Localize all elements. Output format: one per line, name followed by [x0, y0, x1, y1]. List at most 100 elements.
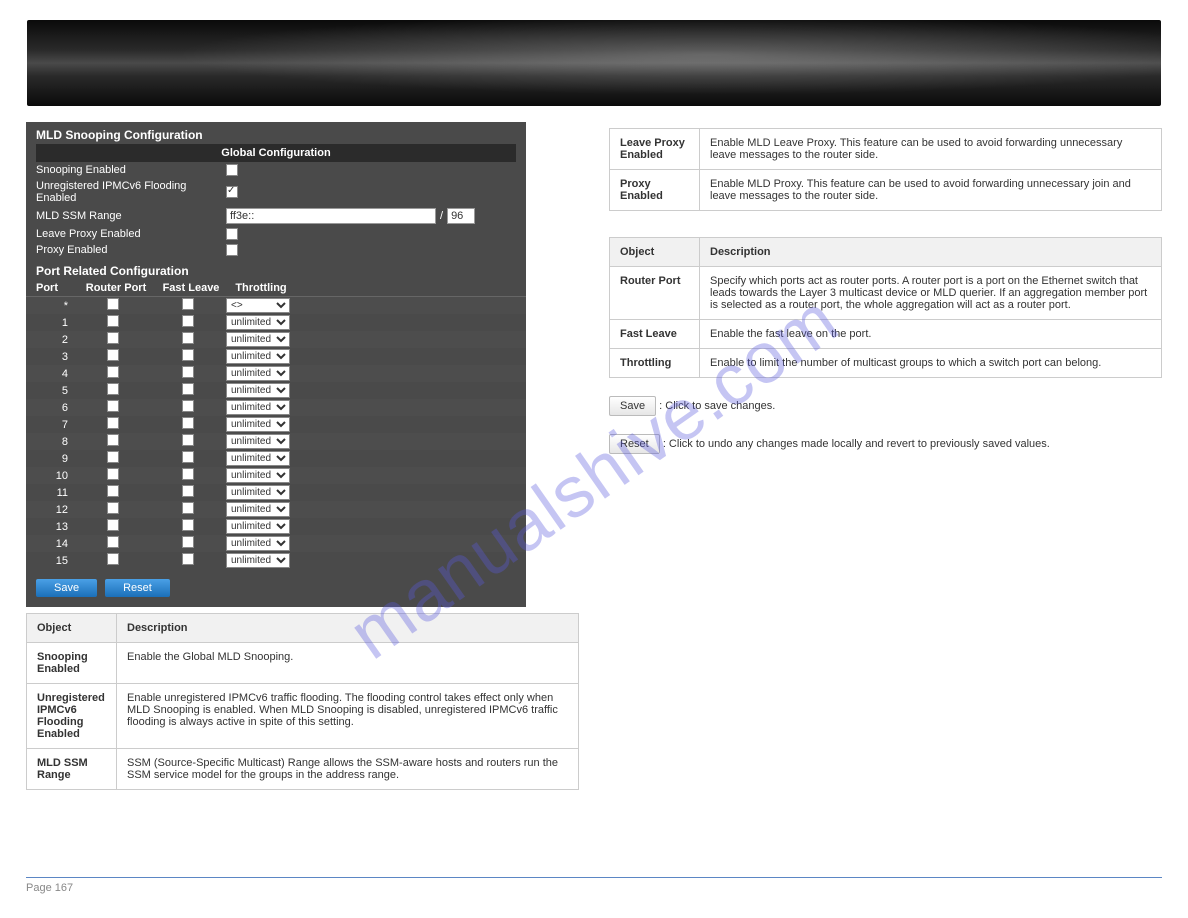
- doc-save-button[interactable]: Save: [609, 396, 656, 416]
- router-port-checkbox[interactable]: [107, 417, 119, 429]
- fast-leave-checkbox[interactable]: [182, 400, 194, 412]
- unreg-flood-label: Unregistered IPMCv6 Flooding Enabled: [36, 180, 226, 204]
- throttling-select[interactable]: unlimited: [226, 434, 290, 449]
- port-header-throttling: Throttling: [226, 282, 296, 294]
- left-row-desc: Enable the Global MLD Snooping.: [117, 643, 579, 684]
- fast-leave-checkbox[interactable]: [182, 536, 194, 548]
- left-row-desc: SSM (Source-Specific Multicast) Range al…: [117, 749, 579, 790]
- port-row: 11 unlimited: [26, 484, 526, 501]
- snooping-enabled-checkbox[interactable]: [226, 164, 238, 176]
- r1-row-desc: Enable MLD Proxy. This feature can be us…: [700, 170, 1162, 211]
- doc-reset-button[interactable]: Reset: [609, 434, 660, 454]
- unreg-flood-checkbox[interactable]: [226, 186, 238, 198]
- left-desc-table: Object Description Snooping EnabledEnabl…: [26, 613, 579, 790]
- router-port-checkbox[interactable]: [107, 519, 119, 531]
- fast-leave-checkbox[interactable]: [182, 468, 194, 480]
- router-port-checkbox[interactable]: [107, 400, 119, 412]
- router-port-checkbox[interactable]: [107, 383, 119, 395]
- port-row: 1 unlimited: [26, 314, 526, 331]
- proxy-enabled-checkbox[interactable]: [226, 244, 238, 256]
- port-number: 12: [36, 504, 76, 516]
- throttling-select-all[interactable]: <>: [226, 298, 290, 313]
- throttling-select[interactable]: unlimited: [226, 366, 290, 381]
- router-port-checkbox[interactable]: [107, 485, 119, 497]
- left-row-obj: Snooping Enabled: [27, 643, 117, 684]
- router-port-checkbox[interactable]: [107, 315, 119, 327]
- reset-button[interactable]: Reset: [105, 579, 170, 597]
- throttling-select[interactable]: unlimited: [226, 468, 290, 483]
- port-row: 6 unlimited: [26, 399, 526, 416]
- ssm-range-label: MLD SSM Range: [36, 210, 226, 222]
- throttling-select[interactable]: unlimited: [226, 519, 290, 534]
- throttling-select[interactable]: unlimited: [226, 349, 290, 364]
- left-row-obj: MLD SSM Range: [27, 749, 117, 790]
- router-port-checkbox[interactable]: [107, 349, 119, 361]
- fast-leave-checkbox-all[interactable]: [182, 298, 194, 310]
- r2-row-obj: Fast Leave: [610, 320, 700, 349]
- router-port-checkbox-all[interactable]: [107, 298, 119, 310]
- throttling-select[interactable]: unlimited: [226, 451, 290, 466]
- leave-proxy-checkbox[interactable]: [226, 228, 238, 240]
- port-section-title: Port Related Configuration: [26, 258, 526, 280]
- ssm-range-address-input[interactable]: [226, 208, 436, 224]
- throttling-select[interactable]: unlimited: [226, 315, 290, 330]
- doc-save-desc: : Click to save changes.: [659, 400, 775, 412]
- port-star: *: [36, 300, 76, 312]
- router-port-checkbox[interactable]: [107, 468, 119, 480]
- page-title: MLD Snooping Configuration: [26, 122, 526, 144]
- throttling-select[interactable]: unlimited: [226, 553, 290, 568]
- fast-leave-checkbox[interactable]: [182, 502, 194, 514]
- router-port-checkbox[interactable]: [107, 451, 119, 463]
- throttling-select[interactable]: unlimited: [226, 485, 290, 500]
- r2-row-obj: Throttling: [610, 349, 700, 378]
- port-number: 11: [36, 487, 76, 499]
- fast-leave-checkbox[interactable]: [182, 417, 194, 429]
- fast-leave-checkbox[interactable]: [182, 519, 194, 531]
- port-row: 10unlimited: [26, 467, 526, 484]
- router-port-checkbox[interactable]: [107, 366, 119, 378]
- page-banner: [27, 20, 1161, 106]
- fast-leave-checkbox[interactable]: [182, 553, 194, 565]
- port-number: 1: [36, 317, 76, 329]
- left-row-obj: Unregistered IPMCv6 Flooding Enabled: [27, 684, 117, 749]
- router-port-checkbox[interactable]: [107, 502, 119, 514]
- config-screenshot: MLD Snooping Configuration Global Config…: [26, 122, 526, 607]
- throttling-select[interactable]: unlimited: [226, 536, 290, 551]
- port-row: 2unlimited: [26, 331, 526, 348]
- left-th-object: Object: [27, 614, 117, 643]
- fast-leave-checkbox[interactable]: [182, 485, 194, 497]
- port-number: 7: [36, 419, 76, 431]
- ssm-range-prefix-input[interactable]: [447, 208, 475, 224]
- r2-row-desc: Enable to limit the number of multicast …: [700, 349, 1162, 378]
- fast-leave-checkbox[interactable]: [182, 451, 194, 463]
- left-row-desc: Enable unregistered IPMCv6 traffic flood…: [117, 684, 579, 749]
- fast-leave-checkbox[interactable]: [182, 383, 194, 395]
- fast-leave-checkbox[interactable]: [182, 434, 194, 446]
- fast-leave-checkbox[interactable]: [182, 349, 194, 361]
- throttling-select[interactable]: unlimited: [226, 417, 290, 432]
- port-row: 4unlimited: [26, 365, 526, 382]
- port-row: 3 unlimited: [26, 348, 526, 365]
- save-button[interactable]: Save: [36, 579, 97, 597]
- port-header-router: Router Port: [76, 282, 156, 294]
- fast-leave-checkbox[interactable]: [182, 332, 194, 344]
- r2-row-desc: Specify which ports act as router ports.…: [700, 267, 1162, 320]
- router-port-checkbox[interactable]: [107, 536, 119, 548]
- router-port-checkbox[interactable]: [107, 434, 119, 446]
- r1-row-obj: Proxy Enabled: [610, 170, 700, 211]
- port-number: 3: [36, 351, 76, 363]
- throttling-select[interactable]: unlimited: [226, 383, 290, 398]
- throttling-select[interactable]: unlimited: [226, 502, 290, 517]
- fast-leave-checkbox[interactable]: [182, 315, 194, 327]
- throttling-select[interactable]: unlimited: [226, 400, 290, 415]
- port-number: 6: [36, 402, 76, 414]
- port-number: 9: [36, 453, 76, 465]
- throttling-select[interactable]: unlimited: [226, 332, 290, 347]
- router-port-checkbox[interactable]: [107, 332, 119, 344]
- port-row: 14unlimited: [26, 535, 526, 552]
- port-row: 15unlimited: [26, 552, 526, 569]
- fast-leave-checkbox[interactable]: [182, 366, 194, 378]
- port-row: 5unlimited: [26, 382, 526, 399]
- right2-th-desc: Description: [700, 238, 1162, 267]
- router-port-checkbox[interactable]: [107, 553, 119, 565]
